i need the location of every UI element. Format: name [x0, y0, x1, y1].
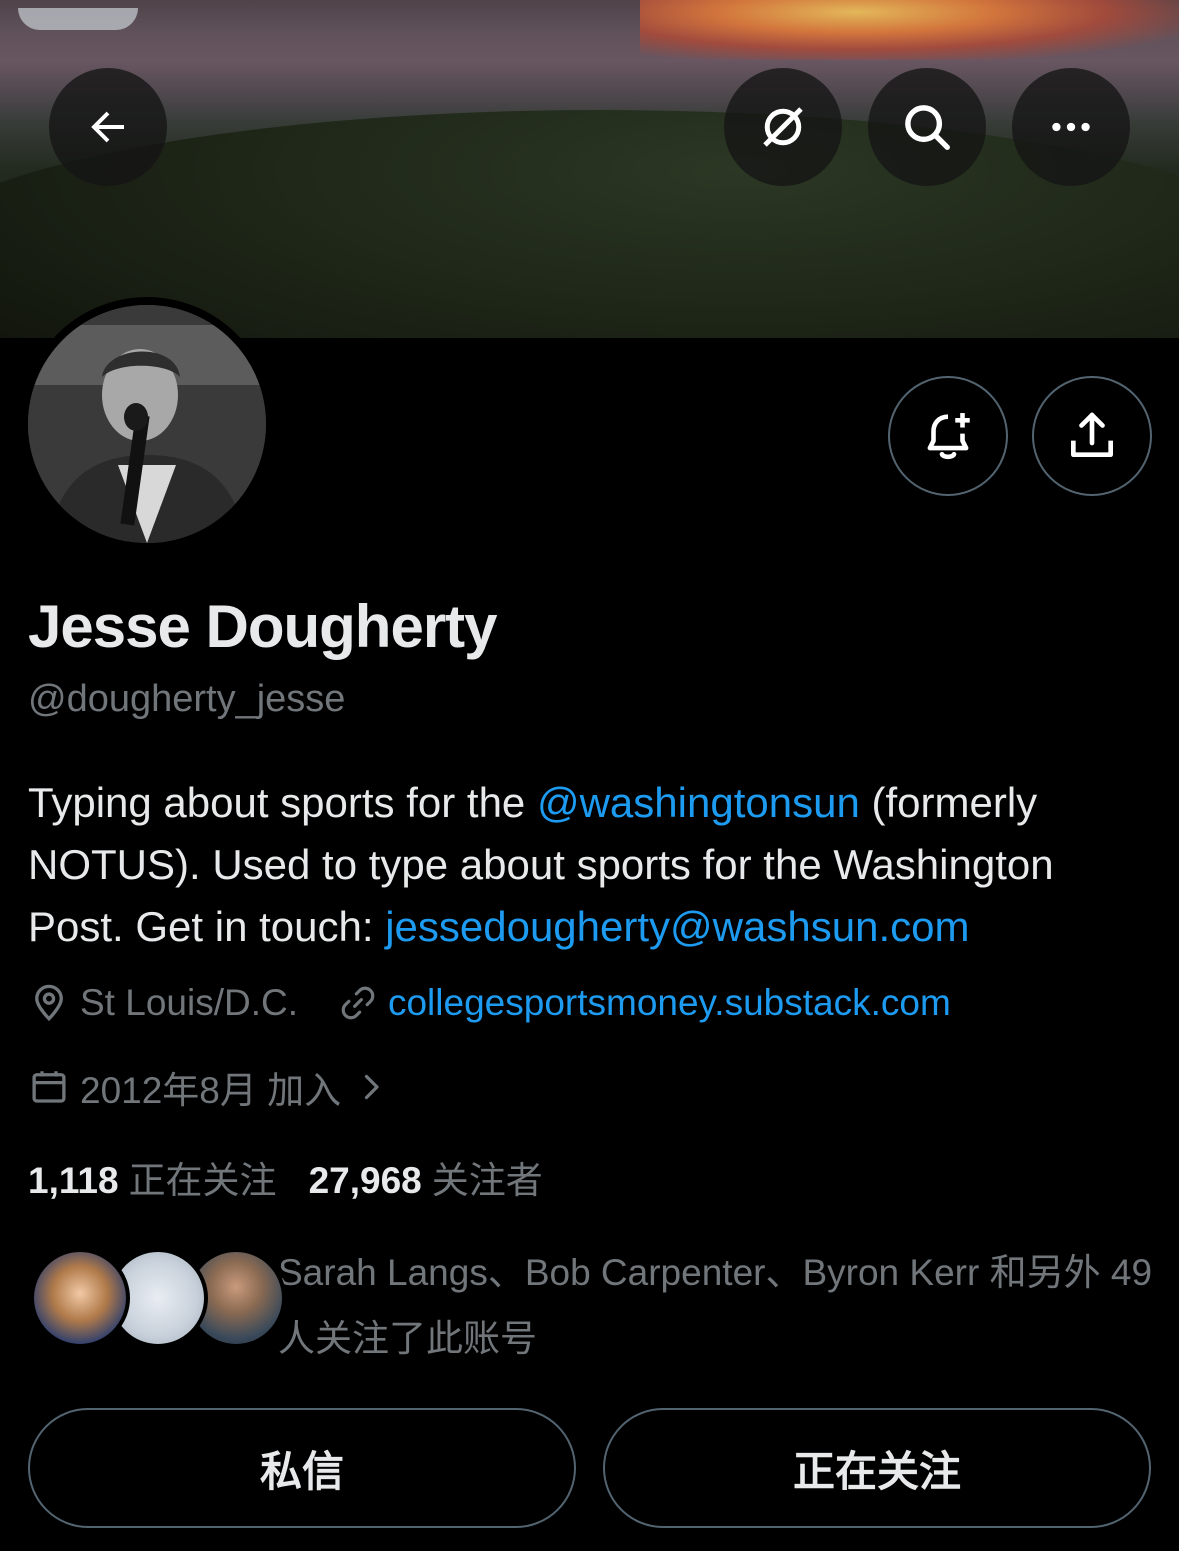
profile-bio: Typing about sports for the @washingtons… — [28, 772, 1148, 958]
grok-button[interactable] — [724, 68, 842, 186]
following-stat[interactable]: 1,118 正在关注 — [28, 1150, 277, 1204]
banner-sunset — [640, 0, 1179, 60]
link-icon — [341, 986, 375, 1020]
profile-name: Jesse Dougherty — [28, 593, 498, 660]
following-label: 正在关注 — [128, 1160, 277, 1201]
joined-row[interactable]: 2012年8月 加入 — [28, 1060, 439, 1114]
search-icon — [905, 105, 950, 150]
arrow-left-icon — [91, 111, 124, 143]
banner-boat — [18, 8, 138, 30]
message-button[interactable]: 私信 — [28, 1408, 576, 1528]
followers-label: 关注者 — [431, 1160, 543, 1201]
share-icon — [1071, 412, 1113, 457]
location-text: St Louis/D.C. — [80, 982, 298, 1023]
following-button[interactable]: 正在关注 — [603, 1408, 1151, 1528]
known-followers-avatars[interactable] — [30, 1248, 286, 1348]
followers-stat[interactable]: 27,968 关注者 — [309, 1150, 543, 1204]
share-button[interactable] — [1032, 376, 1152, 496]
bio-text: Typing about sports for the — [28, 779, 537, 826]
calendar-icon — [32, 1071, 66, 1103]
avatar — [30, 1248, 130, 1348]
location-pin-icon — [35, 984, 63, 1022]
search-button[interactable] — [868, 68, 986, 186]
profile-avatar[interactable] — [20, 297, 274, 551]
avatar-figure — [28, 305, 266, 543]
followers-count: 27,968 — [308, 1160, 422, 1201]
joined-text: 2012年8月 加入 — [80, 1070, 342, 1111]
more-button[interactable] — [1012, 68, 1130, 186]
more-icon — [1052, 122, 1090, 132]
following-count: 1,118 — [28, 1160, 119, 1201]
profile-meta: St Louis/D.C. collegesportsmoney.substac… — [28, 982, 991, 1024]
chevron-right-icon — [365, 1074, 379, 1100]
website-link[interactable]: collegesportsmoney.substack.com — [388, 982, 951, 1024]
bio-mention-link[interactable]: @washingtonsun — [537, 779, 860, 826]
bio-email-link[interactable]: jessedougherty@washsun.com — [385, 903, 969, 950]
joined-item[interactable]: 2012年8月 加入 — [28, 1060, 399, 1114]
website-item[interactable]: collegesportsmoney.substack.com — [338, 982, 951, 1024]
known-followers-text[interactable]: Sarah Langs、Bob Carpenter、Byron Kerr 和另外… — [278, 1240, 1158, 1372]
grok-icon — [763, 107, 803, 147]
location-item: St Louis/D.C. — [28, 982, 298, 1024]
profile-handle: @dougherty_jesse — [28, 678, 346, 720]
bell-plus-icon — [927, 413, 970, 460]
back-button[interactable] — [49, 68, 167, 186]
profile-stats: 1,118 正在关注 27,968 关注者 — [28, 1150, 575, 1204]
notifications-button[interactable] — [888, 376, 1008, 496]
avatar-photo — [28, 305, 266, 543]
profile-banner[interactable] — [0, 0, 1179, 338]
